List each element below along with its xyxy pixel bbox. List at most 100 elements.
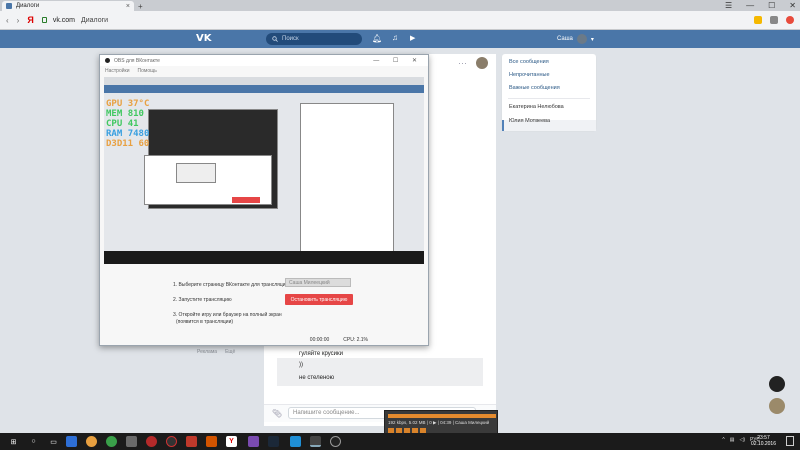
step-1-label: 1. Выберите страницу ВКонтакте для транс… xyxy=(173,282,289,288)
obs-window-controls[interactable]: — ☐ ✕ xyxy=(373,57,423,64)
download-icon[interactable] xyxy=(786,16,794,24)
preview-page xyxy=(104,93,424,253)
search-placeholder: Поиск xyxy=(282,36,299,42)
message-text: не стеленою xyxy=(299,375,335,381)
obs-status-bar: 00:00:00 CPU: 2.1% xyxy=(100,335,428,345)
player-info: 192 kbps, 5.02 MB | 0 ▶ | 04:39 | Саша М… xyxy=(388,420,490,425)
stream-time: 00:00:00 xyxy=(309,337,330,343)
app-icon[interactable] xyxy=(248,436,259,447)
network-icon[interactable]: ▤ xyxy=(730,437,735,443)
obs-logo-icon xyxy=(105,58,110,63)
app-icon[interactable] xyxy=(330,436,341,447)
menu-item-unread[interactable]: Непрочитанные xyxy=(509,72,550,78)
menu-item-important[interactable]: Важные сообщения xyxy=(509,85,560,91)
yandex-logo[interactable]: Я xyxy=(27,15,33,25)
overlay-stat: CPU 41 xyxy=(106,119,139,129)
player-progress-bar[interactable] xyxy=(388,414,496,418)
steam-icon[interactable] xyxy=(268,436,279,447)
footer-links: Реклама Ещё xyxy=(197,349,235,355)
task-view-icon[interactable]: ▭ xyxy=(48,436,59,447)
side-chat-avatar[interactable] xyxy=(769,398,785,414)
chevron-down-icon: ▾ xyxy=(590,36,594,43)
notifications-icon[interactable] xyxy=(786,436,794,446)
star-icon[interactable] xyxy=(754,16,762,24)
new-tab-button[interactable]: + xyxy=(138,2,143,11)
dialogs-menu: Все сообщения Непрочитанные Важные сообщ… xyxy=(502,54,596,131)
search-icon xyxy=(272,36,278,42)
step-3-note: (появится в трансляции) xyxy=(176,319,234,325)
clock[interactable]: 23:57 02.10.2016 xyxy=(751,435,776,447)
username: Саша xyxy=(557,36,573,42)
step-3-label: 3. Откройте игру или браузер на полный э… xyxy=(173,312,282,318)
windows-start-icon[interactable]: ⊞ xyxy=(8,436,19,447)
app-icon[interactable] xyxy=(86,436,97,447)
maximize-button[interactable]: ☐ xyxy=(768,1,775,10)
obs-title: OBS для ВКонтакте xyxy=(114,57,160,64)
stream-preview: GPU 37°C MEM 810 CPU 41 RAM 7480 D3D11 6… xyxy=(104,77,424,264)
stop-stream-button[interactable]: Остановить трансляцию xyxy=(285,294,353,305)
app-icon[interactable] xyxy=(186,436,197,447)
more-icon[interactable]: ··· xyxy=(458,58,467,68)
divider xyxy=(508,98,590,99)
menu-settings[interactable]: Настройки xyxy=(105,68,130,74)
yandex-browser-icon[interactable]: Y xyxy=(226,436,237,447)
side-chat-avatar[interactable] xyxy=(769,376,785,392)
tab-close-icon[interactable]: × xyxy=(126,3,130,10)
back-button[interactable]: ‹ xyxy=(6,16,9,25)
overlay-stat: GPU 37°C xyxy=(106,99,150,109)
app-icon[interactable] xyxy=(146,436,157,447)
volume-icon[interactable]: ◁) xyxy=(739,437,745,443)
forward-button[interactable]: › xyxy=(17,16,20,25)
vk-logo[interactable]: VK xyxy=(196,33,212,44)
bell-icon[interactable]: 🔔︎ xyxy=(372,34,382,43)
cpu-usage: CPU: 2.1% xyxy=(343,337,368,343)
app-icon[interactable] xyxy=(126,436,137,447)
windows-taskbar: ⊞ ○ ▭ Y ^ ▤ ◁) РУС 23:57 02.10.2016 xyxy=(0,433,800,450)
chat-avatar[interactable] xyxy=(476,57,488,69)
menu-help[interactable]: Помощь xyxy=(138,68,157,74)
address-bar: ‹ › Я vk.com Диалоги xyxy=(0,11,800,30)
window-controls: ☰ — ☐ ✕ xyxy=(725,1,796,10)
preview-chat xyxy=(300,103,394,253)
browser-tab-bar: Диалоги × + ☰ — ☐ ✕ xyxy=(0,0,800,11)
overlay-stat: MEM 810 xyxy=(106,109,144,119)
preview-browser-chrome xyxy=(104,77,424,85)
media-player: 192 kbps, 5.02 MB | 0 ▶ | 04:39 | Саша М… xyxy=(384,410,498,435)
message-group: гуляйте крусики )) не стеленою xyxy=(277,351,483,386)
app-icon[interactable] xyxy=(206,436,217,447)
minimize-button[interactable]: — xyxy=(746,1,754,10)
message-text: гуляйте крусики xyxy=(299,351,343,357)
overlay-stat: RAM 7480 xyxy=(106,129,150,139)
obs-taskbar-icon[interactable] xyxy=(310,436,321,447)
message-text: )) xyxy=(299,362,303,368)
step-2-label: 2. Запустите трансляцию xyxy=(173,297,232,303)
menu-item-dialog[interactable]: Екатерина Нелюбова xyxy=(509,104,564,110)
extensions-icon[interactable] xyxy=(770,16,778,24)
tab-dialogs[interactable]: Диалоги × xyxy=(2,1,134,11)
attach-icon[interactable]: 📎︎ xyxy=(272,409,282,418)
app-icon[interactable] xyxy=(166,436,177,447)
obs-window: OBS для ВКонтакте — ☐ ✕ Настройки Помощь… xyxy=(99,54,429,346)
url-field[interactable]: vk.com Диалоги xyxy=(41,17,746,24)
preview-taskbar xyxy=(104,251,424,264)
close-window-button[interactable]: ✕ xyxy=(789,1,796,10)
search-icon[interactable]: ○ xyxy=(28,436,39,447)
channel-select[interactable]: Саша Милеецкий xyxy=(285,278,351,287)
vk-header: VK Поиск 🔔︎ ♫ ▶ Саша ▾ xyxy=(0,30,800,48)
obs-titlebar: OBS для ВКонтакте — ☐ ✕ xyxy=(100,55,428,66)
menu-item-dialog-selected[interactable]: Юлия Мотвеева xyxy=(509,118,550,124)
user-menu[interactable]: Саша ▾ xyxy=(557,34,594,44)
obs-menu: Настройки Помощь xyxy=(100,66,428,75)
more-link[interactable]: Ещё xyxy=(225,349,235,355)
music-icon[interactable]: ♫ xyxy=(392,33,398,42)
tray-chevron-icon[interactable]: ^ xyxy=(722,437,724,443)
edge-icon[interactable] xyxy=(66,436,77,447)
menu-button[interactable]: ☰ xyxy=(725,1,732,10)
vk-favicon-icon xyxy=(6,3,12,9)
play-icon[interactable]: ▶ xyxy=(410,34,415,42)
search-input[interactable]: Поиск xyxy=(266,33,362,45)
app-icon[interactable] xyxy=(106,436,117,447)
app-icon[interactable] xyxy=(290,436,301,447)
menu-item-all[interactable]: Все сообщения xyxy=(509,59,549,65)
ads-link[interactable]: Реклама xyxy=(197,349,217,355)
